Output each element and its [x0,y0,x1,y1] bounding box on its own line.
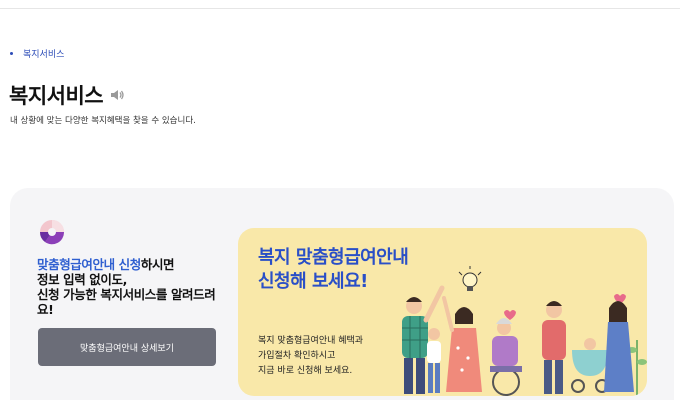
speaker-icon[interactable] [109,87,125,103]
card-description: 맞춤형급여안내 신청하시면 정보 입력 없이도, 신청 가능한 복지서비스를 알… [37,257,237,317]
page-title: 복지서비스 [9,84,104,108]
breadcrumb-bullet [10,52,13,55]
description-text: 신청 가능한 복지서비스를 알려드려 [37,287,216,302]
description-text: 요! [37,302,54,317]
lightbulb-icon [458,266,482,291]
family-illustration [402,266,647,396]
promo-banner[interactable]: 복지 맞춤형급여안내 신청해 보세요! 복지 맞춤형급여안내 혜택과 가입절차 … [238,228,647,396]
page-title-row: 복지서비스 [9,80,125,110]
description-text: 정보 입력 없이도, [37,272,127,287]
breadcrumb: 복지서비스 [10,47,64,60]
detail-view-button[interactable]: 맞춤형급여안내 상세보기 [38,328,216,366]
pie-chart-icon [39,220,65,245]
banner-text-line: 가입절차 확인하시고 [258,351,336,361]
breadcrumb-item-current[interactable]: 복지서비스 [23,47,64,60]
banner-text: 복지 맞춤형급여안내 혜택과 가입절차 확인하시고 지금 바로 신청해 보세요. [258,334,363,379]
page-subtitle: 내 상황에 맞는 다양한 복지혜택을 찾을 수 있습니다. [10,116,196,126]
banner-text-line: 지금 바로 신청해 보세요. [258,366,353,376]
top-divider [0,8,680,9]
description-text: 하시면 [140,257,175,272]
description-highlight: 맞춤형급여안내 신청 [37,257,141,272]
banner-text-line: 복지 맞춤형급여안내 혜택과 [258,336,364,346]
